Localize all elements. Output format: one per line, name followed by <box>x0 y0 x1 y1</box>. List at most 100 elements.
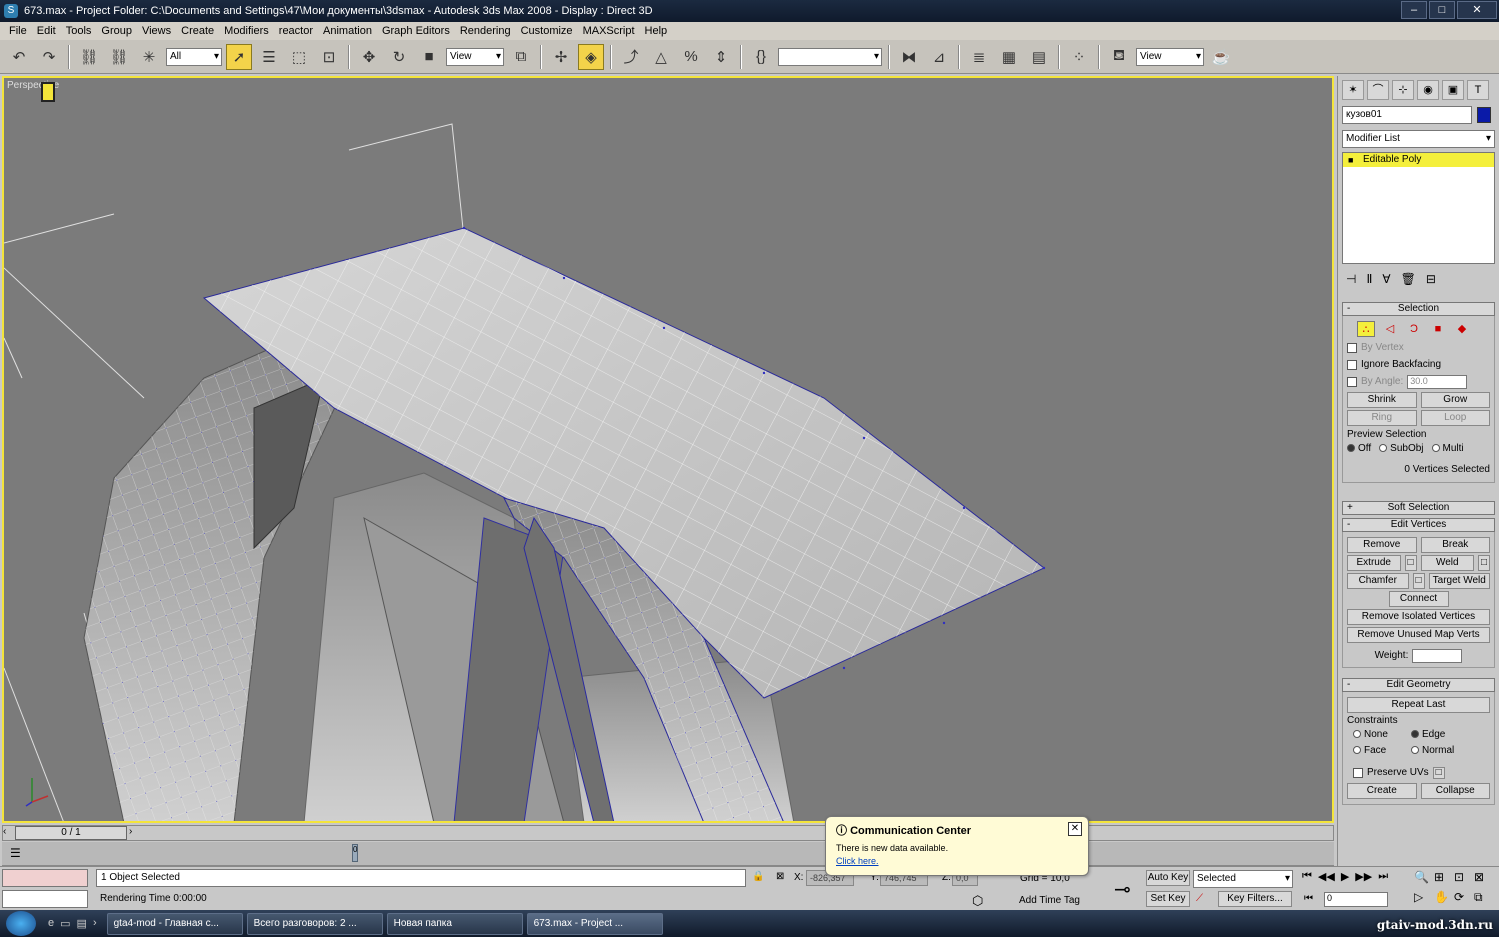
menu-modifiers[interactable]: Modifiers <box>219 25 274 37</box>
remove-isolated-vertices-button[interactable]: Remove Isolated Vertices <box>1347 609 1490 625</box>
weld-settings-icon[interactable]: □ <box>1478 555 1490 571</box>
set-key-mode-icon[interactable]: ⊸ <box>1114 877 1131 902</box>
menu-edit[interactable]: Edit <box>32 25 61 37</box>
go-to-start-icon[interactable]: ⏮ <box>1302 870 1312 883</box>
ie-icon[interactable]: e <box>48 917 54 930</box>
pan-icon[interactable]: ✋ <box>1434 890 1454 905</box>
window-crossing-icon[interactable]: ⊡ <box>316 44 342 70</box>
extrude-button[interactable]: Extrude <box>1347 555 1401 571</box>
maximize-button[interactable]: □ <box>1429 1 1455 19</box>
create-button[interactable]: Create <box>1347 783 1417 799</box>
rotate-icon[interactable]: ↻ <box>386 44 412 70</box>
key-filters-button[interactable]: Key Filters... <box>1218 891 1292 907</box>
configure-sets-icon[interactable]: ⊟ <box>1426 272 1436 286</box>
loop-button[interactable]: Loop <box>1420 410 1490 426</box>
grow-button[interactable]: Grow <box>1420 392 1490 408</box>
material-editor-icon[interactable]: ⁘ <box>1066 44 1092 70</box>
menu-file[interactable]: File <box>4 25 32 37</box>
undo-icon[interactable]: ↶ <box>6 44 32 70</box>
preview-multi-radio[interactable]: Multi <box>1431 443 1464 454</box>
angle-input[interactable]: 30.0 <box>1407 374 1468 389</box>
shrink-button[interactable]: Shrink <box>1347 392 1417 408</box>
desktop-icon[interactable]: ▭ <box>60 917 70 930</box>
preserve-uvs-settings-icon[interactable]: □ <box>1432 766 1445 779</box>
ring-button[interactable]: Ring <box>1347 410 1417 426</box>
menu-rendering[interactable]: Rendering <box>455 25 516 37</box>
schematic-view-icon[interactable]: ▤ <box>1026 44 1052 70</box>
hierarchy-tab-icon[interactable]: ⊹ <box>1392 80 1414 100</box>
named-selection-dropdown[interactable] <box>778 47 882 66</box>
motion-tab-icon[interactable]: ◉ <box>1417 80 1439 100</box>
lock-selection-icon[interactable]: 🔒 <box>752 871 764 882</box>
key-mode-toggle-icon[interactable]: ⏮ <box>1304 893 1313 904</box>
by-vertex-checkbox[interactable] <box>1347 342 1357 353</box>
utilities-tab-icon[interactable]: T <box>1467 80 1489 100</box>
menu-customize[interactable]: Customize <box>516 25 578 37</box>
menu-animation[interactable]: Animation <box>318 25 377 37</box>
task-chat[interactable]: Всего разговоров: 2 ... <box>246 912 383 935</box>
perspective-viewport[interactable]: Perspective <box>2 76 1334 823</box>
render-view-dropdown[interactable]: View <box>1136 47 1204 66</box>
zoom-extents-icon[interactable]: ⊡ <box>1454 870 1474 884</box>
orbit-icon[interactable]: ⟳ <box>1454 890 1474 905</box>
break-button[interactable]: Break <box>1420 537 1490 553</box>
constraint-edge-radio[interactable]: Edge <box>1411 729 1445 740</box>
time-slider[interactable]: ‹ 0 / 1 › <box>2 825 1334 841</box>
pivot-center-icon[interactable]: ⧉ <box>508 44 534 70</box>
edit-vertices-rollout-header[interactable]: - Edit Vertices <box>1342 518 1495 532</box>
comm-center-link[interactable]: Click here. <box>836 856 1078 866</box>
unlink-icon[interactable]: ⛓ <box>106 44 132 70</box>
weld-button[interactable]: Weld <box>1420 555 1474 571</box>
task-3dsmax[interactable]: 673.max - Project ... <box>526 912 663 935</box>
auto-key-button[interactable]: Auto Key <box>1146 870 1190 886</box>
track-bar[interactable]: ☰ 0 <box>2 842 1334 866</box>
more-icon[interactable]: › <box>93 917 97 930</box>
weight-input[interactable] <box>1412 648 1463 663</box>
close-icon[interactable]: ✕ <box>1068 822 1082 836</box>
previous-frame-icon[interactable]: ◀◀ <box>1318 870 1335 883</box>
slider-left-icon[interactable]: ‹ <box>3 826 6 837</box>
keyboard-shortcut-override-icon[interactable]: ◈ <box>578 43 604 70</box>
mini-curve-editor-icon[interactable]: ☰ <box>10 846 21 860</box>
task-folder[interactable]: Новая папка <box>386 912 523 935</box>
angle-snap-icon[interactable]: △ <box>648 44 674 70</box>
make-unique-icon[interactable]: ∀ <box>1382 272 1390 286</box>
go-to-end-icon[interactable]: ⏭ <box>1378 870 1388 883</box>
chamfer-settings-icon[interactable]: □ <box>1412 573 1425 589</box>
modifier-list-dropdown[interactable]: Modifier List <box>1342 130 1495 148</box>
bind-space-warp-icon[interactable]: ✳ <box>136 44 162 70</box>
preserve-uvs-checkbox[interactable] <box>1353 767 1363 778</box>
rectangular-selection-icon[interactable]: ⬚ <box>286 44 312 70</box>
task-browser[interactable]: gta4-mod - Главная с... <box>106 912 243 935</box>
border-mode-icon[interactable]: Ɔ <box>1405 321 1423 337</box>
constraint-normal-radio[interactable]: Normal <box>1411 745 1454 756</box>
by-angle-checkbox[interactable] <box>1347 376 1357 387</box>
zoom-icon[interactable]: 🔍 <box>1414 870 1434 884</box>
scale-icon[interactable]: ■ <box>416 44 442 70</box>
remove-unused-map-verts-button[interactable]: Remove Unused Map Verts <box>1347 627 1490 643</box>
time-tag-icon[interactable]: ⬡ <box>972 893 983 909</box>
show-end-result-icon[interactable]: Ⅱ <box>1366 272 1372 286</box>
selection-rollout-header[interactable]: - Selection <box>1342 302 1495 316</box>
quick-render-icon[interactable]: ☕ <box>1208 44 1234 70</box>
maxscript-listener-mini[interactable] <box>2 869 88 887</box>
menu-views[interactable]: Views <box>137 25 176 37</box>
set-key-button[interactable]: Set Key <box>1146 891 1190 907</box>
select-link-icon[interactable]: ⛓ <box>76 44 102 70</box>
maxscript-input[interactable] <box>2 890 88 908</box>
collapse-button[interactable]: Collapse <box>1420 783 1490 799</box>
connect-button[interactable]: Connect <box>1388 591 1449 607</box>
mirror-icon[interactable]: ⧓ <box>896 44 922 70</box>
slider-right-icon[interactable]: › <box>129 826 132 837</box>
menu-maxscript[interactable]: MAXScript <box>578 25 640 37</box>
snaps-toggle-icon[interactable]: ⤴ <box>618 44 644 70</box>
minimize-button[interactable]: – <box>1401 1 1427 19</box>
absolute-mode-icon[interactable]: ⊠ <box>776 871 784 882</box>
move-icon[interactable]: ✥ <box>356 44 382 70</box>
percent-snap-icon[interactable]: % <box>678 44 704 70</box>
select-object-icon[interactable]: ➚ <box>226 43 252 70</box>
time-slider-handle[interactable]: 0 / 1 <box>15 826 127 840</box>
align-icon[interactable]: ⊿ <box>926 44 952 70</box>
layer-manager-icon[interactable]: ≣ <box>966 44 992 70</box>
menu-graph-editors[interactable]: Graph Editors <box>377 25 455 37</box>
